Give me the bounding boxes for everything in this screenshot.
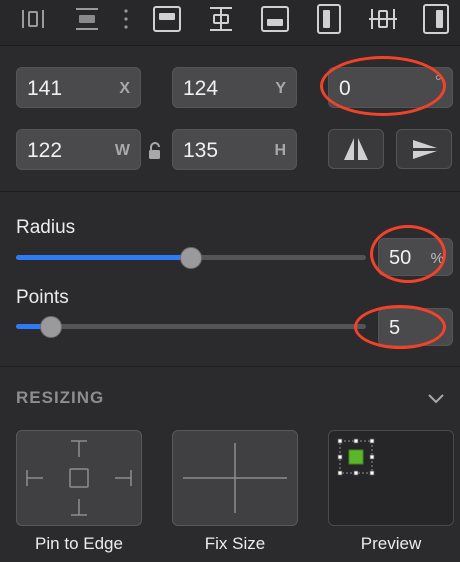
flip-horizontal-button[interactable] xyxy=(328,129,384,169)
alignment-toolbar xyxy=(0,0,460,46)
y-value: 124 xyxy=(183,77,219,100)
align-middle-icon[interactable] xyxy=(204,4,238,34)
x-label: X xyxy=(119,80,130,97)
preview-shape-icon xyxy=(337,438,375,476)
radius-input[interactable]: 50 % xyxy=(378,238,453,276)
x-value: 141 xyxy=(27,77,63,100)
radius-slider-thumb[interactable] xyxy=(180,247,202,269)
radius-slider-fill xyxy=(16,255,191,260)
height-value: 135 xyxy=(183,139,219,162)
resizing-section-title: RESIZING xyxy=(16,388,105,407)
flip-vertical-icon xyxy=(413,140,437,159)
height-label: H xyxy=(274,142,286,159)
flip-horizontal-icon xyxy=(344,138,368,160)
align-top-icon[interactable] xyxy=(150,4,184,34)
points-label: Points xyxy=(16,287,69,308)
distribute-vertical-icon[interactable] xyxy=(70,4,104,34)
points-value: 5 xyxy=(389,317,401,339)
pin-to-edge-icon xyxy=(26,440,132,516)
width-field[interactable]: 122 W xyxy=(16,129,141,170)
preview-label: Preview xyxy=(360,534,422,553)
pin-to-edge-label: Pin to Edge xyxy=(35,534,123,553)
divider xyxy=(0,191,460,192)
rotation-value: 0 xyxy=(339,77,351,100)
height-field[interactable]: 135 H xyxy=(172,129,297,170)
unlock-icon[interactable] xyxy=(146,141,164,161)
fix-size-tile[interactable] xyxy=(172,430,298,526)
radius-label: Radius xyxy=(16,217,76,238)
pin-to-edge-tile[interactable] xyxy=(16,430,142,526)
align-left-icon[interactable] xyxy=(312,4,346,34)
rotation-field[interactable]: 0 ° xyxy=(328,67,453,108)
points-slider-thumb[interactable] xyxy=(39,316,62,338)
y-label: Y xyxy=(275,80,286,97)
chevron-down-icon[interactable] xyxy=(424,388,448,408)
align-right-icon[interactable] xyxy=(420,4,454,34)
points-input[interactable]: 5 xyxy=(378,308,453,346)
radius-unit: % xyxy=(430,250,444,267)
y-field[interactable]: 124 Y xyxy=(172,67,297,108)
divider xyxy=(0,366,460,367)
more-icon[interactable] xyxy=(124,8,128,30)
points-slider-track[interactable] xyxy=(16,324,366,329)
align-center-icon[interactable] xyxy=(366,4,400,34)
distribute-horizontal-icon[interactable] xyxy=(16,4,50,34)
radius-value: 50 xyxy=(389,247,412,269)
fix-size-label: Fix Size xyxy=(204,534,266,553)
fix-size-icon xyxy=(183,443,287,513)
rotation-unit: ° xyxy=(434,72,442,92)
width-label: W xyxy=(114,142,130,159)
align-bottom-icon[interactable] xyxy=(258,4,292,34)
preview-tile xyxy=(328,430,454,526)
flip-vertical-button[interactable] xyxy=(396,129,452,169)
x-field[interactable]: 141 X xyxy=(16,67,141,108)
width-value: 122 xyxy=(27,139,63,162)
